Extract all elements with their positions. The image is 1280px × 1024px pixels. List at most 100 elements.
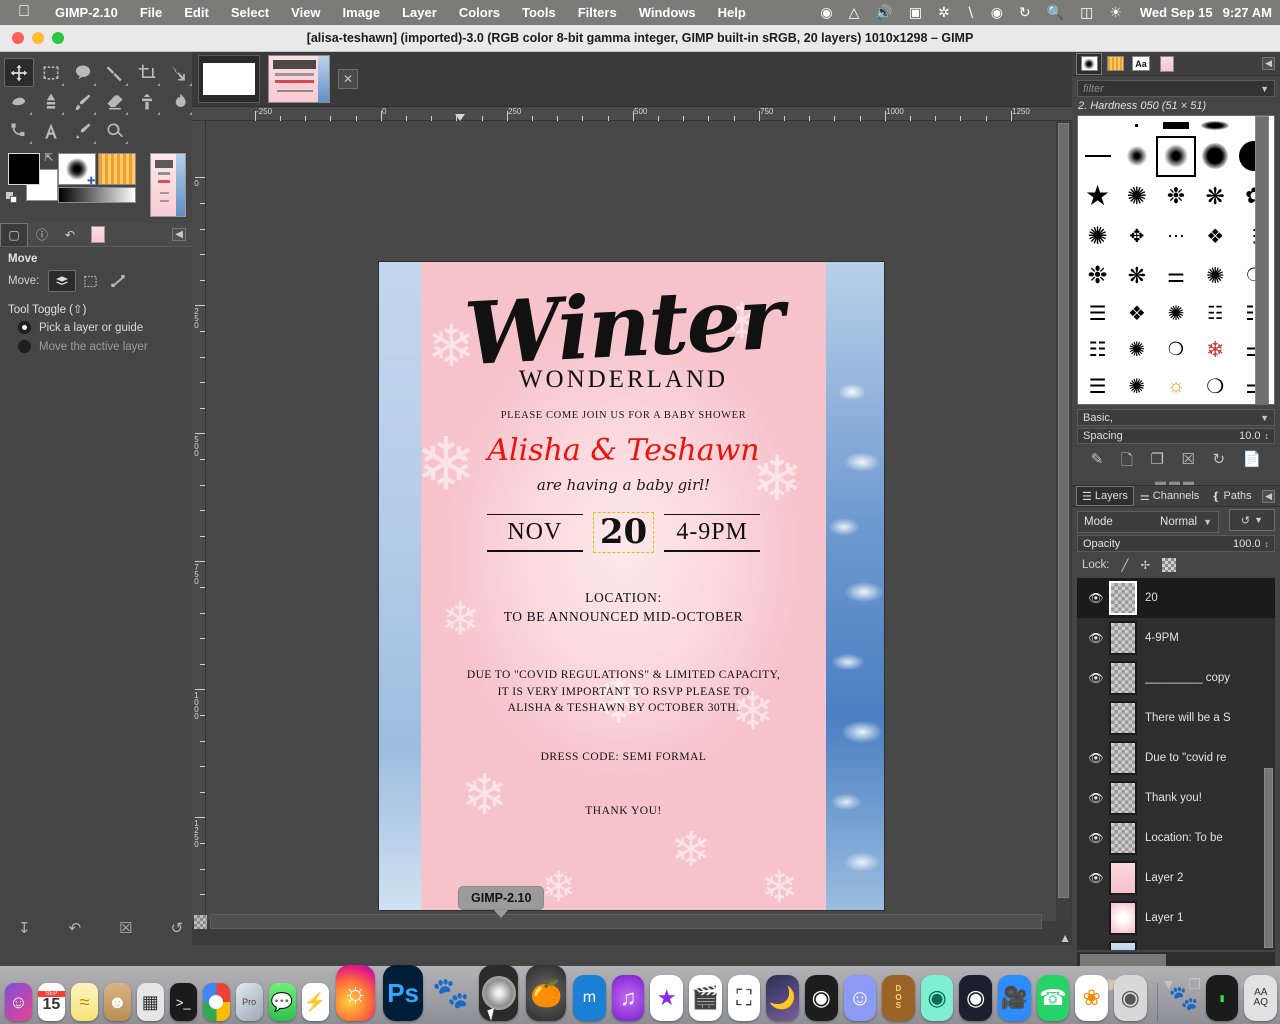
brush-cell[interactable]: ❋ xyxy=(1117,256,1156,296)
layer-thumbnail[interactable] xyxy=(1109,661,1137,695)
option-move-active-layer[interactable]: Move the active layer xyxy=(0,337,192,356)
move-selection-button[interactable] xyxy=(76,270,104,292)
imovie-icon[interactable]: 🎬 xyxy=(689,975,722,1021)
bluetooth-icon[interactable]: ✲ xyxy=(930,4,958,21)
brush-cell[interactable] xyxy=(1117,116,1156,136)
device-status-tab[interactable]: ⓘ xyxy=(28,223,56,246)
brush-cell[interactable]: ❖ xyxy=(1196,216,1235,256)
layer-thumbnail[interactable] xyxy=(1109,701,1137,735)
layer-blend-switch[interactable]: ↺ ▼ xyxy=(1229,509,1275,531)
session-icon[interactable]: ◉ xyxy=(920,975,954,1021)
layers-list-scrollbar[interactable] xyxy=(1264,768,1273,948)
tab-channels[interactable]: ⚌ Channels xyxy=(1134,486,1205,506)
brush-cell[interactable]: ✺ xyxy=(1117,177,1156,217)
layer-row-layer-1[interactable]: Layer 1 xyxy=(1077,898,1275,938)
fontbook-icon[interactable]: AA AQ xyxy=(1244,975,1278,1021)
layer-thumbnail[interactable] xyxy=(1109,621,1137,655)
layer-row-location[interactable]: 👁 Location: To be xyxy=(1077,818,1275,858)
layer-thumbnail[interactable] xyxy=(1109,821,1137,855)
brush-cell[interactable]: ☰ xyxy=(1078,368,1117,404)
logic-pro-icon[interactable] xyxy=(478,965,519,1021)
move-tool[interactable] xyxy=(4,58,34,87)
layer-visibility-icon[interactable]: 👁 xyxy=(1083,791,1109,805)
text-tool[interactable] xyxy=(36,116,66,145)
brush-cell[interactable] xyxy=(1117,136,1156,177)
account-icon[interactable]: ◉ xyxy=(983,4,1011,21)
image-tab-blank[interactable] xyxy=(198,55,260,103)
wifi-off-icon[interactable]: ∖ xyxy=(958,4,983,21)
menu-layer[interactable]: Layer xyxy=(391,5,448,20)
paintbrush-tool[interactable] xyxy=(68,87,98,116)
clone-tool[interactable] xyxy=(132,87,162,116)
brush-cell[interactable]: ❖ xyxy=(1117,296,1156,332)
gradient-tool[interactable] xyxy=(36,87,66,116)
horizontal-ruler[interactable]: -250 0 250 500 750 1000 1250 xyxy=(192,107,1072,121)
save-tool-preset-icon[interactable]: ↧ xyxy=(18,919,31,937)
layer-row-due-to-covid[interactable]: 👁 Due to "covid re xyxy=(1077,738,1275,778)
siri-icon[interactable]: ☀ xyxy=(1101,4,1130,21)
layer-thumbnail[interactable] xyxy=(1109,741,1137,775)
layer-visibility-icon[interactable]: 👁 xyxy=(1083,631,1109,645)
lock-alpha-icon[interactable] xyxy=(1162,558,1177,572)
layer-row-there-will-be[interactable]: There will be a S xyxy=(1077,698,1275,738)
terminal-icon[interactable]: >_ xyxy=(169,983,197,1021)
layer-row-layer-3[interactable]: 👁 Layer 3 xyxy=(1077,938,1275,950)
canvas-horizontal-scrollbar[interactable] xyxy=(210,914,1042,929)
brush-cell[interactable] xyxy=(1156,116,1195,136)
eraser-tool[interactable] xyxy=(100,87,130,116)
edit-brush-icon[interactable]: ✎ xyxy=(1091,450,1104,475)
messages-icon[interactable]: 💬 xyxy=(268,983,296,1021)
fuzzy-select-tool[interactable] xyxy=(100,58,130,87)
brush-cell[interactable]: ✥ xyxy=(1117,216,1156,256)
brush-cell[interactable]: ❋ xyxy=(1196,177,1235,217)
delete-tool-preset-icon[interactable]: ☒ xyxy=(119,919,132,937)
opacity-stepper[interactable]: ↕ xyxy=(1265,539,1270,549)
layer-row-20[interactable]: 👁 20 xyxy=(1077,578,1275,618)
brush-cell[interactable]: ✺ xyxy=(1156,296,1195,332)
finder-icon[interactable]: ☺ xyxy=(5,983,32,1021)
itunes-star-icon[interactable]: ★ xyxy=(650,975,683,1021)
menu-image[interactable]: Image xyxy=(332,5,392,20)
brush-preset-selector[interactable]: Basic, ▼ xyxy=(1077,409,1275,426)
layer-thumbnail[interactable] xyxy=(1109,941,1137,950)
move-layer-button[interactable] xyxy=(48,270,76,292)
brush-cell[interactable] xyxy=(1078,116,1117,136)
brush-cell[interactable] xyxy=(1078,136,1117,177)
collapse-dock-icon[interactable]: ◀ xyxy=(172,228,186,241)
chrome-icon[interactable] xyxy=(202,983,230,1021)
brush-cell[interactable]: ❍ xyxy=(1196,368,1235,404)
new-brush-icon[interactable]: 🗋 xyxy=(1121,450,1133,475)
layer-visibility-icon[interactable]: 👁 xyxy=(1083,831,1109,845)
menu-filters[interactable]: Filters xyxy=(567,5,628,20)
brush-cell[interactable]: ❍ xyxy=(1156,332,1195,369)
quicktime-icon[interactable]: ◉ xyxy=(804,975,838,1021)
brush-cell[interactable]: ☼ xyxy=(1156,368,1195,404)
preview-icon[interactable]: 🌙 xyxy=(766,975,799,1021)
gimp-icon[interactable]: 🐾 xyxy=(431,965,471,1021)
vertical-ruler[interactable]: 0 250 500 750 1000 1250 xyxy=(192,121,206,921)
calculator-icon[interactable]: ▦ xyxy=(136,983,164,1021)
lock-pixels-icon[interactable]: ╱ xyxy=(1122,558,1129,572)
spacing-value[interactable]: 10.0 xyxy=(1239,430,1260,442)
active-brush-swatch[interactable]: ✚ xyxy=(58,153,97,187)
brush-cell[interactable]: ❉ xyxy=(1156,177,1195,217)
brush-cell[interactable]: ⋯ xyxy=(1156,216,1195,256)
pro-icon[interactable]: Pro xyxy=(235,983,263,1021)
menu-windows[interactable]: Windows xyxy=(628,5,707,20)
brush-grid-scrollbar[interactable] xyxy=(1255,116,1269,404)
zoom-tool[interactable] xyxy=(100,116,130,145)
layer-row-layer-2[interactable]: 👁 Layer 2 xyxy=(1077,858,1275,898)
controlcenter-icon[interactable]: ◫ xyxy=(1072,4,1101,21)
mode-value[interactable]: Normal xyxy=(1160,516,1197,528)
spacing-stepper[interactable]: ↕ xyxy=(1265,431,1270,441)
layer-mode-row[interactable]: Mode Normal ▼ xyxy=(1077,511,1219,533)
duplicate-brush-icon[interactable]: ❐ xyxy=(1150,450,1163,475)
brush-cell[interactable]: ☰ xyxy=(1078,296,1117,332)
menu-help[interactable]: Help xyxy=(707,5,757,20)
fonts-tab[interactable]: Aa xyxy=(1128,53,1154,75)
gimp-running-icon[interactable]: 🐾 xyxy=(1167,975,1200,1021)
lock-position-icon[interactable]: ✢ xyxy=(1140,558,1150,572)
chevron-down-icon[interactable]: ▼ xyxy=(1254,515,1263,525)
refresh-brushes-icon[interactable]: ↻ xyxy=(1212,450,1225,475)
layers-list[interactable]: 👁 20 👁 4-9PM 👁 _________ copy There will… xyxy=(1077,578,1275,950)
